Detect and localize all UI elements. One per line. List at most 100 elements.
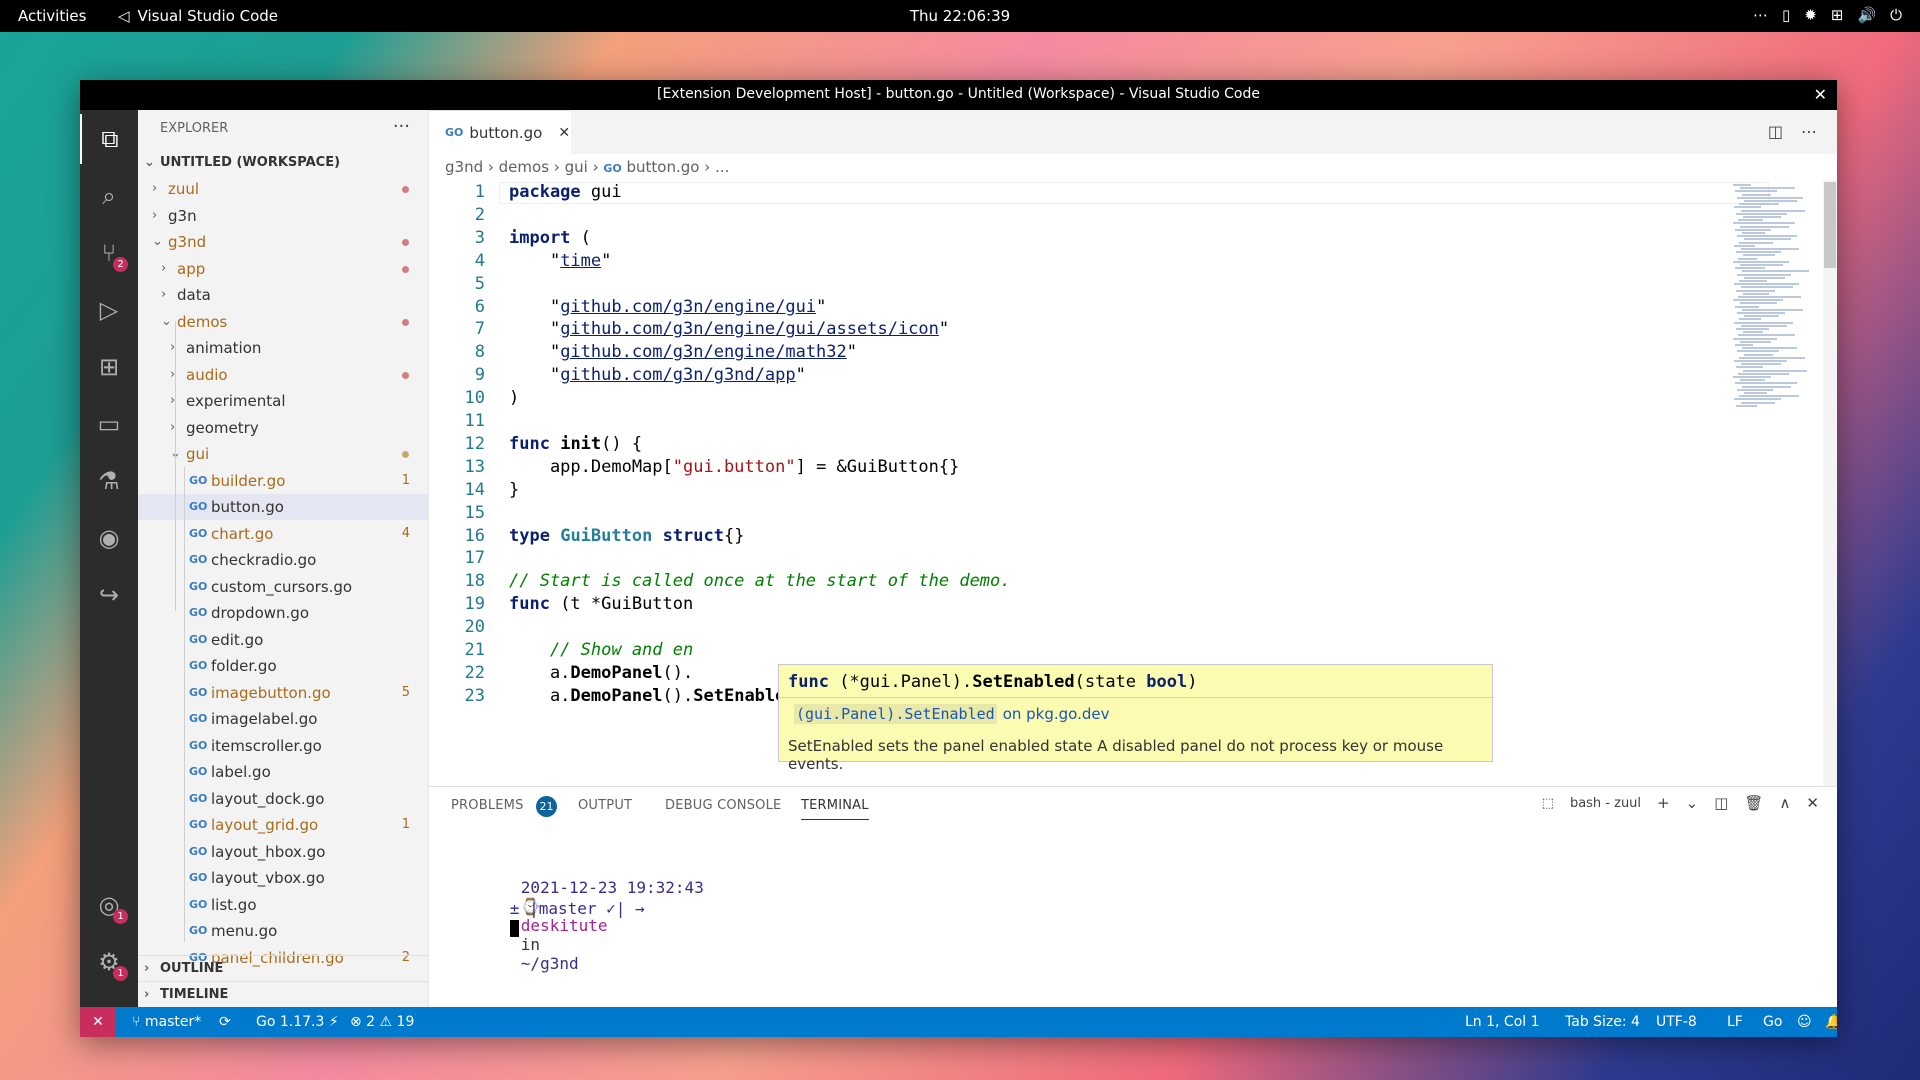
file-item[interactable]: GO builder.go 1 bbox=[138, 468, 428, 494]
file-item[interactable]: GO layout_hbox.go bbox=[138, 839, 428, 865]
editor-scrollbar[interactable] bbox=[1823, 180, 1837, 786]
chevron-down-icon[interactable]: ⌄ bbox=[1686, 794, 1699, 812]
minimap-line bbox=[1734, 206, 1761, 209]
language-mode[interactable]: Go bbox=[1763, 1014, 1782, 1030]
file-item[interactable]: GO folder.go bbox=[138, 653, 428, 679]
close-tab-icon[interactable]: ✕ bbox=[558, 125, 570, 141]
breadcrumb-item[interactable]: button.go bbox=[627, 158, 700, 176]
hover-link-code[interactable]: (gui.Panel).SetEnabled bbox=[794, 704, 997, 724]
hover-link-text[interactable]: on pkg.go.dev bbox=[1003, 705, 1110, 723]
end-of-line[interactable]: LF bbox=[1727, 1014, 1743, 1030]
file-item[interactable]: GO chart.go 4 bbox=[138, 521, 428, 547]
notifications-icon[interactable]: 🔔 bbox=[1825, 1014, 1837, 1030]
folder-item[interactable]: › g3n bbox=[138, 203, 428, 229]
source-control-icon[interactable]: ⑂ 2 bbox=[80, 228, 138, 278]
breadcrumb-item[interactable]: gui bbox=[565, 158, 588, 176]
folder-item[interactable]: › animation bbox=[138, 335, 428, 361]
folder-item[interactable]: › geometry bbox=[138, 415, 428, 441]
folder-item[interactable]: ⌄ demos bbox=[138, 309, 428, 335]
file-item[interactable]: GO layout_grid.go 1 bbox=[138, 812, 428, 838]
split-terminal-icon[interactable]: ◫ bbox=[1714, 794, 1728, 812]
file-item[interactable]: GO itemscroller.go bbox=[138, 733, 428, 759]
file-item[interactable]: GO list.go bbox=[138, 892, 428, 918]
file-item[interactable]: GO label.go bbox=[138, 759, 428, 785]
explorer-icon[interactable]: ⧉ bbox=[80, 114, 138, 164]
title-bar[interactable]: [Extension Development Host] - button.go… bbox=[80, 80, 1837, 110]
terminal-input-line[interactable]: ± |master ✓| → bbox=[452, 880, 645, 956]
file-item[interactable]: GO custom_cursors.go bbox=[138, 574, 428, 600]
trash-icon[interactable]: 🗑 bbox=[1744, 794, 1763, 812]
remote-explorer-icon[interactable]: ▭ bbox=[80, 399, 138, 449]
folder-item[interactable]: › data bbox=[138, 282, 428, 308]
split-editor-icon[interactable]: ◫ bbox=[1768, 122, 1783, 141]
encoding[interactable]: UTF-8 bbox=[1656, 1014, 1697, 1030]
file-item[interactable]: GO button.go bbox=[138, 494, 428, 520]
file-item[interactable]: GO edit.go bbox=[138, 627, 428, 653]
network-icon[interactable]: ⊞ bbox=[1831, 6, 1844, 24]
feedback-icon[interactable]: ☺ bbox=[1797, 1014, 1812, 1030]
folder-item[interactable]: › experimental bbox=[138, 388, 428, 414]
search-icon[interactable]: ⌕ bbox=[80, 171, 138, 221]
clock[interactable]: Thu 22:06:39 bbox=[0, 7, 1920, 25]
tab-size[interactable]: Tab Size: 4 bbox=[1565, 1014, 1640, 1030]
code-token[interactable]: github.com/g3n/engine/gui bbox=[560, 297, 816, 317]
tab-problems[interactable]: PROBLEMS bbox=[451, 798, 524, 813]
system-tray[interactable]: ⋯ ▯ ✹ ⊞ 🔊 ⏻ bbox=[1753, 6, 1902, 24]
breadcrumb-item[interactable]: ... bbox=[715, 158, 729, 176]
extensions-icon[interactable]: ⊞ bbox=[80, 342, 138, 392]
scrollbar-thumb[interactable] bbox=[1824, 182, 1836, 268]
github-icon[interactable]: ◉ bbox=[80, 513, 138, 563]
tab-debug-console[interactable]: DEBUG CONSOLE bbox=[665, 798, 781, 813]
overflow-icon[interactable]: ⋯ bbox=[1753, 6, 1768, 24]
file-item[interactable]: GO layout_dock.go bbox=[138, 786, 428, 812]
terminal-selector[interactable]: bash - zuul bbox=[1570, 796, 1641, 811]
file-item[interactable]: GO dropdown.go bbox=[138, 600, 428, 626]
problems-summary[interactable]: ⊗ 2 ⚠ 19 bbox=[350, 1014, 414, 1030]
volume-icon[interactable]: 🔊 bbox=[1857, 6, 1876, 24]
remote-indicator[interactable]: ✕ bbox=[80, 1007, 116, 1037]
testing-icon[interactable]: ⚗ bbox=[80, 456, 138, 506]
run-debug-icon[interactable]: ▷ bbox=[80, 285, 138, 335]
manage-gear-icon[interactable]: ⚙ 1 bbox=[80, 937, 138, 987]
tab-terminal[interactable]: TERMINAL bbox=[801, 798, 869, 820]
breadcrumb-item[interactable]: demos bbox=[499, 158, 549, 176]
file-item[interactable]: GO menu.go bbox=[138, 918, 428, 944]
git-branch[interactable]: ⑂ master* bbox=[132, 1014, 201, 1030]
tab-output[interactable]: OUTPUT bbox=[578, 798, 632, 813]
more-actions-icon[interactable]: ··· bbox=[393, 116, 410, 137]
folder-item[interactable]: ⌄gui bbox=[138, 441, 428, 467]
folder-item[interactable]: › audio bbox=[138, 362, 428, 388]
file-item[interactable]: GO imagelabel.go bbox=[138, 706, 428, 732]
tab-button-go[interactable]: GO button.go ✕ bbox=[429, 110, 571, 154]
brightness-icon[interactable]: ✹ bbox=[1804, 6, 1817, 24]
file-item[interactable]: GO layout_vbox.go bbox=[138, 865, 428, 891]
folder-item[interactable]: › app bbox=[138, 256, 428, 282]
code-token[interactable]: github.com/g3n/engine/math32 bbox=[560, 342, 847, 362]
file-item[interactable]: GO checkradio.go bbox=[138, 547, 428, 573]
live-share-icon[interactable]: ↪ bbox=[80, 570, 138, 620]
clipboard-icon[interactable]: ▯ bbox=[1782, 6, 1790, 24]
window-close-button[interactable]: ✕ bbox=[1814, 85, 1827, 104]
code-token[interactable]: time bbox=[560, 251, 601, 271]
power-icon[interactable]: ⏻ bbox=[1890, 6, 1902, 24]
go-version[interactable]: Go 1.17.3 ⚡ bbox=[256, 1014, 339, 1030]
code-token[interactable]: github.com/g3n/g3nd/app bbox=[560, 365, 795, 385]
folder-item[interactable]: › zuul bbox=[138, 176, 428, 202]
minimap[interactable] bbox=[1733, 184, 1823, 414]
more-actions-icon[interactable]: ⋯ bbox=[1801, 122, 1817, 141]
outline-section[interactable]: › OUTLINE bbox=[138, 955, 428, 981]
file-item[interactable]: GO imagebutton.go 5 bbox=[138, 680, 428, 706]
folder-item[interactable]: ⌄ g3nd bbox=[138, 229, 428, 255]
close-panel-icon[interactable]: ✕ bbox=[1806, 794, 1819, 812]
breadcrumb-item[interactable]: g3nd bbox=[445, 158, 483, 176]
cursor-position[interactable]: Ln 1, Col 1 bbox=[1465, 1014, 1540, 1030]
code-token[interactable]: github.com/g3n/engine/gui/assets/icon bbox=[560, 319, 939, 339]
maximize-panel-icon[interactable]: ∧ bbox=[1779, 794, 1790, 812]
code-line: ) bbox=[509, 388, 519, 408]
sync-icon[interactable]: ⟳ bbox=[219, 1014, 231, 1030]
timeline-section[interactable]: › TIMELINE bbox=[138, 981, 428, 1007]
pkg-go-dev-link[interactable]: (gui.Panel).SetEnabled on pkg.go.dev bbox=[794, 704, 1110, 724]
workspace-header[interactable]: ⌄ UNTITLED (WORKSPACE) bbox=[138, 150, 428, 176]
accounts-icon[interactable]: ◎ 1 bbox=[80, 880, 138, 930]
new-terminal-icon[interactable]: + bbox=[1657, 794, 1670, 812]
